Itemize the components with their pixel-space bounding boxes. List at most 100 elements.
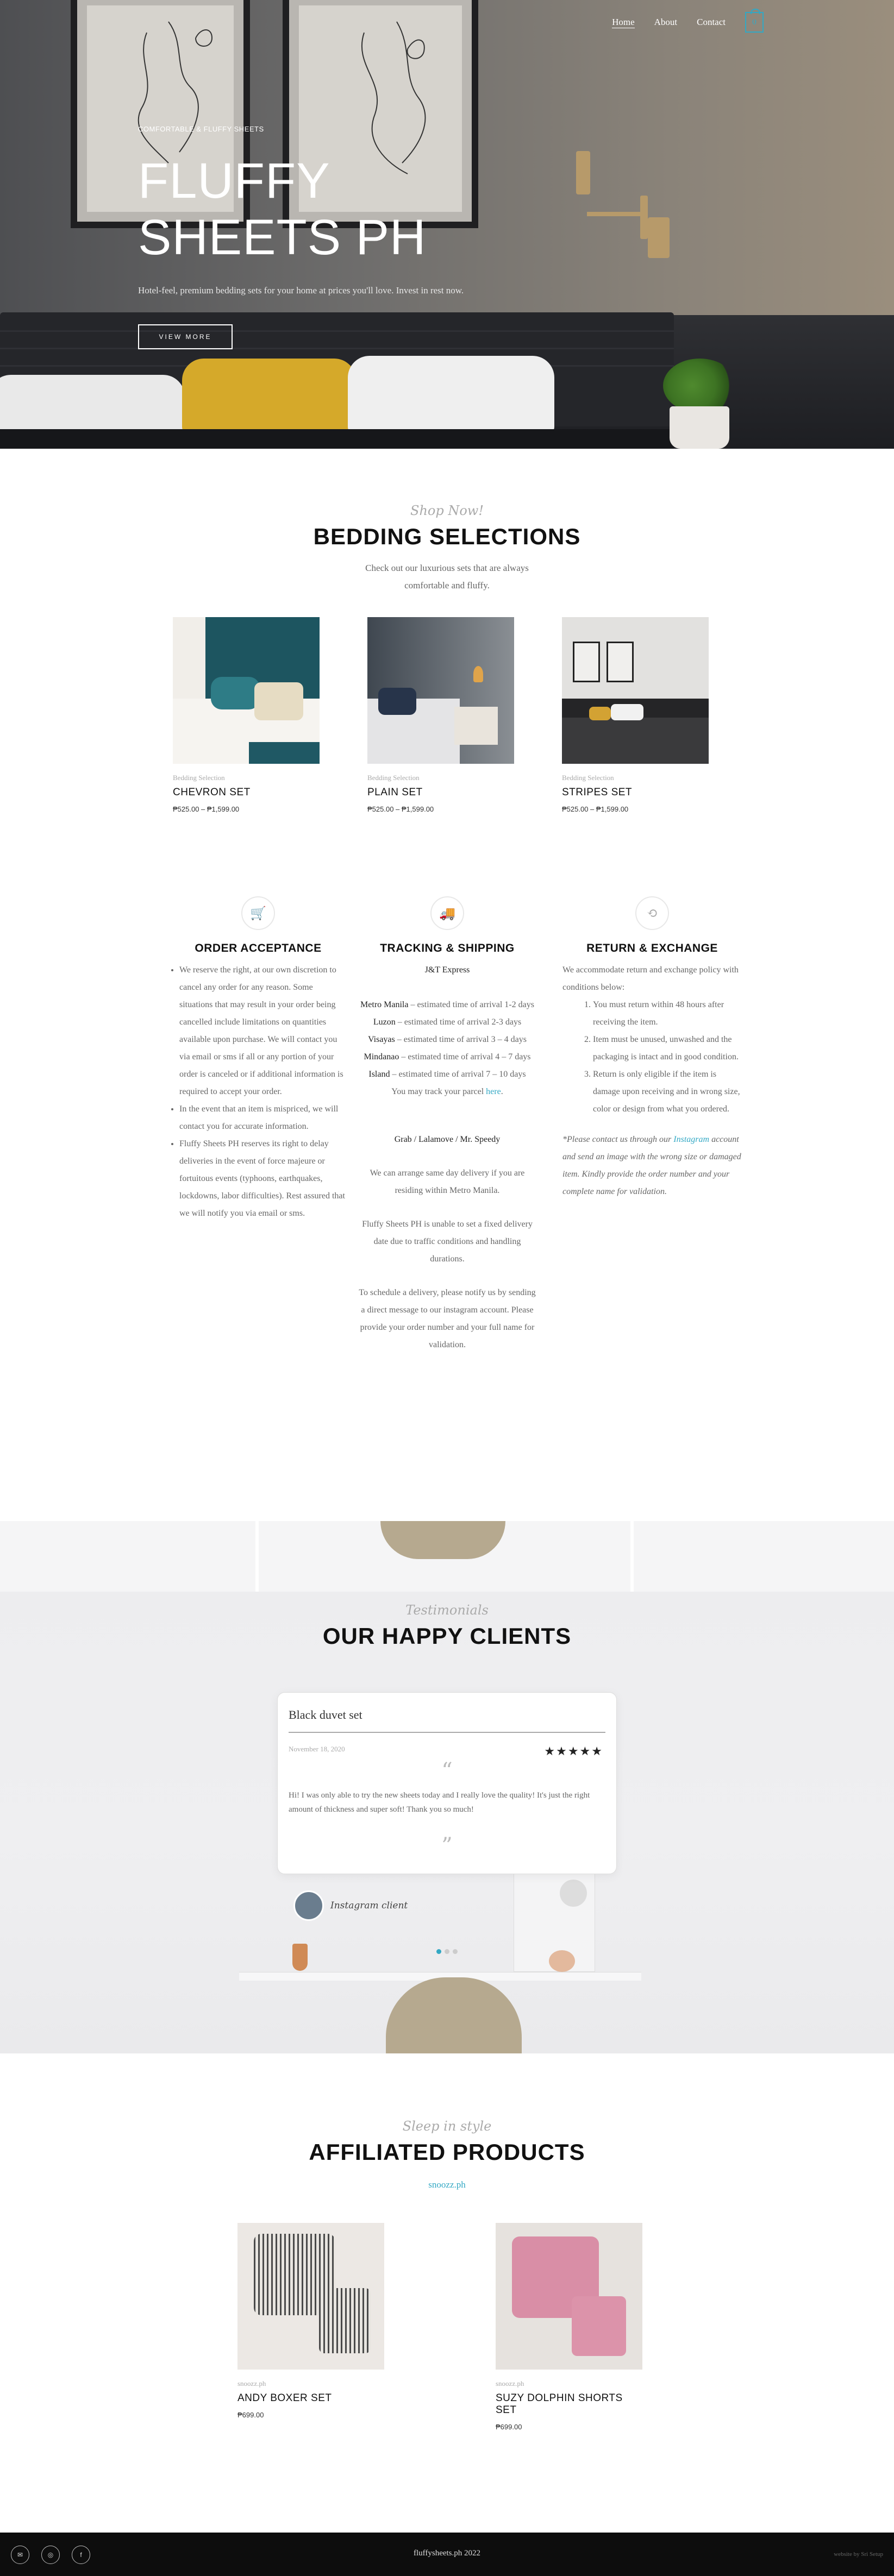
affiliate-link[interactable]: snoozz.ph xyxy=(0,2179,894,2190)
product-price: ₱699.00 xyxy=(496,2423,522,2431)
chair-seat xyxy=(386,1977,522,2053)
nav-contact[interactable]: Contact xyxy=(697,17,726,28)
product-category: Bedding Selection xyxy=(562,774,614,782)
avatar xyxy=(293,1890,324,1921)
return-condition: You must return within 48 hours after re… xyxy=(593,996,742,1031)
hero-subtitle: Hotel-feel, premium bedding sets for you… xyxy=(138,285,464,296)
order-policy-item: Fluffy Sheets PH reserves its right to d… xyxy=(179,1135,348,1222)
affiliated-grid: snoozz.ph ANDY BOXER SET ₱699.00 snoozz.… xyxy=(237,2223,642,2431)
product-image-suzy[interactable] xyxy=(496,2223,642,2370)
instagram-link[interactable]: Instagram xyxy=(673,1135,709,1144)
local-courier-name: Grab / Lalamove / Mr. Speedy xyxy=(394,1135,501,1144)
bedding-title: BEDDING SELECTIONS xyxy=(313,524,581,549)
nav-home[interactable]: Home xyxy=(612,17,635,28)
area-name: Mindanao xyxy=(364,1052,399,1061)
product-card[interactable]: Bedding Selection CHEVRON SET ₱525.00 – … xyxy=(173,617,320,813)
testimonials-title: OUR HAPPY CLIENTS xyxy=(322,1623,572,1649)
affiliated-section: Sleep in style AFFILIATED PRODUCTS snooz… xyxy=(0,2119,894,2431)
product-name[interactable]: PLAIN SET xyxy=(367,787,514,799)
return-note: *Please contact us through our xyxy=(562,1135,674,1144)
chair-top xyxy=(380,1521,505,1559)
track-parcel-link[interactable]: here xyxy=(486,1087,501,1096)
product-category: Bedding Selection xyxy=(367,774,420,782)
wall-lamp xyxy=(640,196,648,239)
tracking-shipping-column: 🚚 TRACKING & SHIPPING J&T Express Metro … xyxy=(358,896,537,1354)
product-name[interactable]: SUZY DOLPHIN SHORTS SET xyxy=(496,2392,637,2416)
hero-eyebrow: COMFORTABLE & FLUFFY SHEETS xyxy=(138,125,264,133)
product-card[interactable]: Bedding Selection STRIPES SET ₱525.00 – … xyxy=(562,617,709,813)
order-acceptance-title: ORDER ACCEPTANCE xyxy=(195,942,322,954)
carousel-dots xyxy=(436,1949,458,1954)
testimonials-kicker: Testimonials xyxy=(405,1603,489,1618)
area-eta: – estimated time of arrival 3 – 4 days xyxy=(395,1035,527,1044)
product-name[interactable]: ANDY BOXER SET xyxy=(237,2392,384,2404)
order-policy-item: We reserve the right, at our own discret… xyxy=(179,962,348,1101)
product-card[interactable]: Bedding Selection PLAIN SET ₱525.00 – ₱1… xyxy=(367,617,514,813)
product-image-stripes[interactable] xyxy=(562,617,709,764)
quote-open-icon: “ xyxy=(441,1758,453,1783)
carousel-dot[interactable] xyxy=(436,1949,441,1954)
plant xyxy=(663,359,736,413)
carousel-dot[interactable] xyxy=(445,1949,449,1954)
product-image-plain[interactable] xyxy=(367,617,514,764)
return-exchange-column: ⟲ RETURN & EXCHANGE We accommodate retur… xyxy=(562,896,742,1201)
product-price: ₱699.00 xyxy=(237,2411,264,2419)
affiliated-title: AFFILIATED PRODUCTS xyxy=(309,2139,585,2165)
product-category: snoozz.ph xyxy=(496,2379,524,2387)
area-name: Island xyxy=(368,1070,390,1079)
review-stars: ★★★★★ xyxy=(544,1745,603,1758)
product-name[interactable]: STRIPES SET xyxy=(562,787,709,799)
return-intro: We accommodate return and exchange polic… xyxy=(562,965,739,992)
pillow-white-left xyxy=(0,375,185,435)
product-card[interactable]: snoozz.ph ANDY BOXER SET ₱699.00 xyxy=(237,2223,384,2431)
fixed-date-text: Fluffy Sheets PH is unable to set a fixe… xyxy=(362,1220,533,1264)
product-name[interactable]: CHEVRON SET xyxy=(173,787,320,799)
schedule-delivery-text: To schedule a delivery, please notify us… xyxy=(359,1288,536,1349)
product-image-andy[interactable] xyxy=(237,2223,384,2370)
hero-content: COMFORTABLE & FLUFFY SHEETS FLUFFY SHEET… xyxy=(138,125,486,349)
vase xyxy=(292,1944,308,1971)
tracking-shipping-title: TRACKING & SHIPPING xyxy=(380,942,515,954)
footer: ✉ ◎ f fluffysheets.ph 2022 website by Sr… xyxy=(0,2533,894,2576)
product-grid: Bedding Selection CHEVRON SET ₱525.00 – … xyxy=(173,617,709,813)
area-eta: – estimated time of arrival 4 – 7 days xyxy=(399,1052,531,1061)
carousel-dot[interactable] xyxy=(453,1949,458,1954)
pillow-yellow xyxy=(182,359,356,435)
product-category: Bedding Selection xyxy=(173,774,225,782)
area-name: Luzon xyxy=(373,1017,396,1027)
product-image-chevron[interactable] xyxy=(173,617,320,764)
cart-count: 0 xyxy=(752,18,757,27)
author-name: Instagram client xyxy=(330,1900,408,1911)
bedding-description: Check out our luxurious sets that are al… xyxy=(365,563,529,590)
hero-section: Home About Contact 0 COMFORTABLE & FLUFF… xyxy=(0,0,894,449)
same-day-text: We can arrange same day delivery if you … xyxy=(370,1168,525,1195)
testimonials-section: Testimonials OUR HAPPY CLIENTS Black duv… xyxy=(0,1521,894,2053)
site-credit[interactable]: website by Sri Setup xyxy=(834,2551,883,2558)
return-icon: ⟲ xyxy=(635,896,669,930)
bowl xyxy=(549,1950,575,1972)
bedding-kicker: Shop Now! xyxy=(410,503,484,518)
courier-name: J&T Express xyxy=(424,965,470,975)
order-policy-item: In the event that an item is mispriced, … xyxy=(179,1101,348,1135)
review-title: Black duvet set xyxy=(289,1708,605,1733)
area-name: Visayas xyxy=(368,1035,395,1044)
nav-about[interactable]: About xyxy=(654,17,678,28)
cart-button[interactable]: 0 xyxy=(745,9,764,33)
bedding-section: Shop Now! BEDDING SELECTIONS Check out o… xyxy=(0,503,894,813)
product-price: ₱525.00 – ₱1,599.00 xyxy=(562,805,629,813)
view-more-button[interactable]: VIEW MORE xyxy=(138,324,233,349)
affiliated-kicker: Sleep in style xyxy=(402,2119,492,2134)
area-name: Metro Manila xyxy=(360,1000,409,1009)
hero-title: FLUFFY SHEETS PH xyxy=(138,153,427,265)
return-exchange-title: RETURN & EXCHANGE xyxy=(586,942,718,954)
product-category: snoozz.ph xyxy=(237,2379,266,2387)
policies-section: 🛒 ORDER ACCEPTANCE We reserve the right,… xyxy=(0,896,894,1467)
cart-icon: 🛒 xyxy=(241,896,275,930)
product-price: ₱525.00 – ₱1,599.00 xyxy=(173,805,240,813)
product-card[interactable]: snoozz.ph SUZY DOLPHIN SHORTS SET ₱699.0… xyxy=(496,2223,642,2431)
area-eta: – estimated time of arrival 1-2 days xyxy=(408,1000,534,1009)
product-price: ₱525.00 – ₱1,599.00 xyxy=(367,805,434,813)
review-author: Instagram client xyxy=(293,1890,408,1921)
area-eta: – estimated time of arrival 2-3 days xyxy=(395,1017,522,1027)
pillow-white-right xyxy=(348,356,554,435)
